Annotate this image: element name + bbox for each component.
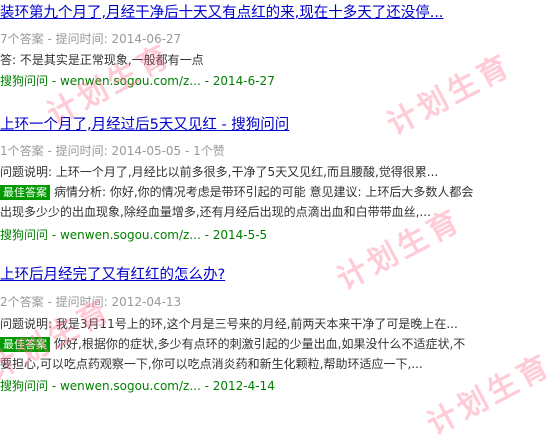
result-title-link[interactable]: 装环第九个月了,月经干净后十天又有点红的来,现在十多天了还没停... — [0, 3, 444, 23]
result-question: 问题说明: 我是3月11号上的环,这个月是三号来的月经,前两天本来干净了可是晚上… — [0, 317, 458, 331]
result-answer-continued: 要担心,可以吃点药观察一下,你可以吃点消炎药和新生化颗粒,帮助环适应一下,... — [0, 357, 423, 371]
result-answer: 答: 不是其实是正常现象,一般都有一点 — [0, 53, 204, 67]
watermark: 计划生育 — [421, 347, 550, 443]
result-answer-line: 最佳答案 你好,根据你的症状,多少有点环的刺激引起的少量出血,如果没什么不适症状,… — [0, 336, 465, 352]
result-title-link[interactable]: 上环一个月了,月经过后5天又见红 - 搜狗问问 — [0, 115, 289, 135]
result-answer-line: 最佳答案 病情分析: 你好,你的情况考虑是带环引起的可能 意见建议: 上环后大多数… — [0, 184, 473, 200]
result-answer-continued: 出现多少少的出血现象,除经血量增多,还有月经后出现的点滴出血和白带带血丝,... — [0, 205, 431, 219]
result-source-link[interactable]: 搜狗问问 - wenwen.sogou.com/z... - 2012-4-14 — [0, 378, 275, 394]
best-answer-badge: 最佳答案 — [0, 337, 50, 352]
result-question: 问题说明: 上环一个月了,月经比以前多很多,干净了5天又见红,而且腰酸,觉得很累… — [0, 165, 439, 179]
result-meta: 2个答案 - 提问时间: 2012-04-13 — [0, 295, 182, 309]
result-source-link[interactable]: 搜狗问问 - wenwen.sogou.com/z... - 2014-5-5 — [0, 227, 267, 243]
result-title-link[interactable]: 上环后月经完了又有红红的怎么办? — [0, 265, 225, 285]
result-source-link[interactable]: 搜狗问问 - wenwen.sogou.com/z... - 2014-6-27 — [0, 73, 275, 89]
result-meta: 1个答案 - 提问时间: 2014-05-05 - 1个赞 — [0, 144, 225, 158]
result-meta: 7个答案 - 提问时间: 2014-06-27 — [0, 32, 182, 46]
best-answer-badge: 最佳答案 — [0, 185, 50, 200]
watermark: 计划生育 — [381, 47, 518, 143]
result-answer-text: 你好,根据你的症状,多少有点环的刺激引起的少量出血,如果没什么不适症状,不 — [54, 337, 466, 351]
result-answer-text: 病情分析: 你好,你的情况考虑是带环引起的可能 意见建议: 上环后大多数人都会 — [54, 185, 474, 199]
